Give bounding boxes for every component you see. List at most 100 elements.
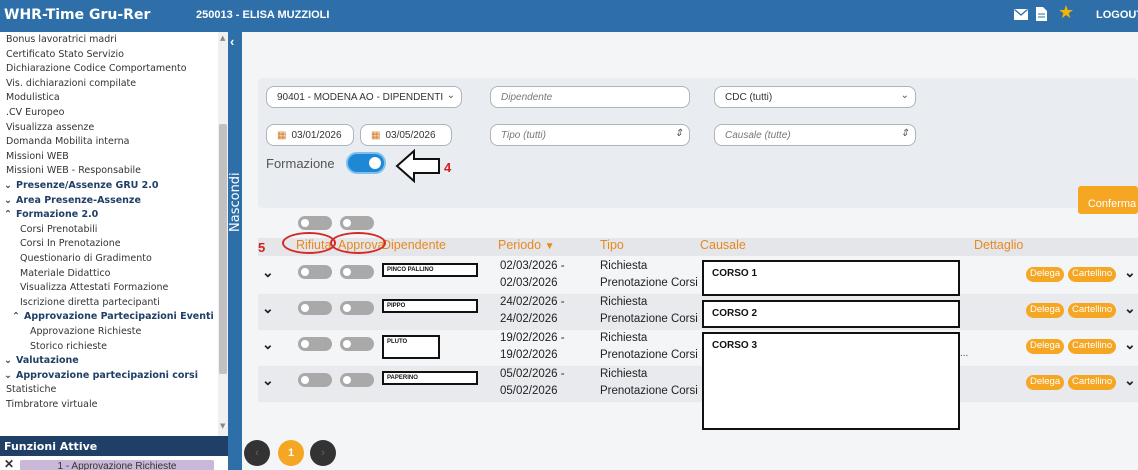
chevron-down-icon[interactable]: ⌄ xyxy=(1124,372,1136,389)
reject-toggle[interactable] xyxy=(298,301,332,315)
delega-button[interactable]: Delega xyxy=(1026,375,1065,390)
tipo-line-1: Richiesta xyxy=(600,260,648,272)
reject-toggle[interactable] xyxy=(298,337,332,351)
header-tipo[interactable]: Tipo xyxy=(600,238,624,252)
scroll-down-icon[interactable]: ▼ xyxy=(220,422,225,430)
cartellino-button[interactable]: Cartellino xyxy=(1068,267,1117,282)
causale-select[interactable]: Causale (tutte) ⇕ xyxy=(714,124,916,146)
sidebar-item[interactable]: ⌃ Formazione 2.0 xyxy=(4,209,98,220)
sidebar-item[interactable]: ⌄ Valutazione xyxy=(4,355,79,366)
sidebar-item[interactable]: Modulistica xyxy=(6,92,60,103)
cartellino-button[interactable]: Cartellino xyxy=(1068,303,1117,318)
sidebar-item[interactable]: .CV Europeo xyxy=(6,107,64,118)
annotation-number-5: 5 xyxy=(258,240,266,255)
delega-button[interactable]: Delega xyxy=(1026,339,1065,354)
reject-all-toggle[interactable] xyxy=(298,216,332,230)
sidebar-item[interactable]: Missioni WEB xyxy=(6,151,69,162)
sidebar-item[interactable]: Visualizza assenze xyxy=(6,122,94,133)
star-icon[interactable]: ★ xyxy=(1058,3,1074,21)
page-current[interactable]: 1 xyxy=(278,440,304,466)
chevron-down-icon[interactable]: ⌄ xyxy=(262,300,274,317)
sidebar-item[interactable]: ⌄ Presenze/Assenze GRU 2.0 xyxy=(4,180,159,191)
formazione-toggle[interactable] xyxy=(346,152,386,174)
chevron-down-icon: ⌄ xyxy=(4,180,12,191)
sidebar-item[interactable]: ⌃ Approvazione Partecipazioni Eventi xyxy=(12,311,214,322)
chevron-down-icon[interactable]: ⌄ xyxy=(262,372,274,389)
main-content: 90401 - MODENA AO - DIPENDENTI ⌄ Dipende… xyxy=(242,32,1138,470)
header-periodo[interactable]: Periodo ▼ xyxy=(498,238,554,252)
sidebar-item[interactable]: Storico richieste xyxy=(30,341,107,352)
sidebar-item[interactable]: ⌄ Area Presenze-Assenze xyxy=(4,195,141,206)
chevron-down-icon: ⌄ xyxy=(900,90,909,101)
sidebar-item[interactable]: Timbratore virtuale xyxy=(6,399,97,410)
sidebar-item-label: Approvazione Richieste xyxy=(30,326,142,337)
scroll-up-icon[interactable]: ▲ xyxy=(220,34,225,42)
logout-link[interactable]: LOGOUT xyxy=(1096,9,1138,21)
sidebar-item[interactable]: Vis. dichiarazioni compilate xyxy=(6,78,136,89)
sidebar-item[interactable]: Approvazione Richieste xyxy=(30,326,141,337)
chevron-left-icon[interactable]: ‹ xyxy=(230,34,234,49)
header-dipendente[interactable]: Dipendente xyxy=(382,238,446,252)
sidebar-item[interactable]: Domanda Mobilita interna xyxy=(6,136,129,147)
chevron-down-icon[interactable]: ⌄ xyxy=(1124,264,1136,281)
next-page-button[interactable]: › xyxy=(310,440,336,466)
chevron-down-icon[interactable]: ⌄ xyxy=(262,336,274,353)
tipo-line-2: Prenotazione Corsi xyxy=(600,313,698,325)
header-periodo-label: Periodo xyxy=(498,238,542,252)
header-dettaglio[interactable]: Dettaglio xyxy=(974,238,1023,252)
tipo-select[interactable]: Tipo (tutti) ⇕ xyxy=(490,124,690,146)
sidebar-item[interactable]: Dichiarazione Codice Comportamento xyxy=(6,63,187,74)
sidebar-item-label: Approvazione Partecipazioni Eventi xyxy=(24,311,214,323)
sidebar-item-label: Domanda Mobilita interna xyxy=(6,136,130,148)
funzioni-attive-label: Funzioni Attive xyxy=(4,440,98,453)
approve-toggle[interactable] xyxy=(340,373,374,387)
sidebar-item[interactable]: Statistiche xyxy=(6,384,56,395)
mail-icon[interactable] xyxy=(1014,7,1028,23)
causale-box: CORSO 1 xyxy=(702,260,960,296)
cartellino-button[interactable]: Cartellino xyxy=(1068,339,1117,354)
chevron-down-icon[interactable]: ⌄ xyxy=(1124,300,1136,317)
sidebar-item[interactable]: Bonus lavoratrici madri xyxy=(6,34,117,45)
chevron-down-icon[interactable]: ⌄ xyxy=(262,264,274,281)
confirm-button[interactable]: Conferma xyxy=(1078,186,1138,214)
hide-sidebar-strip[interactable]: ‹ Nascondi xyxy=(228,32,243,470)
cartellino-button[interactable]: Cartellino xyxy=(1068,375,1117,390)
sidebar-item[interactable]: Iscrizione diretta partecipanti xyxy=(20,297,160,308)
delega-button[interactable]: Delega xyxy=(1026,267,1065,282)
sidebar-item[interactable]: Corsi Prenotabili xyxy=(20,224,97,235)
cdc-select[interactable]: CDC (tutti) ⌄ xyxy=(714,86,916,108)
reject-toggle[interactable] xyxy=(298,373,332,387)
sidebar-item[interactable]: Visualizza Attestati Formazione xyxy=(20,282,168,293)
active-function-tab[interactable]: 1 - Approvazione Richieste xyxy=(20,460,214,470)
approve-toggle[interactable] xyxy=(340,265,374,279)
tipo-line-2: Prenotazione Corsi xyxy=(600,277,698,289)
chevron-down-icon[interactable]: ⌄ xyxy=(1124,336,1136,353)
sidebar-scroll-thumb[interactable] xyxy=(219,124,227,374)
sidebar-item[interactable]: Certificato Stato Servizio xyxy=(6,49,124,60)
approve-all-toggle[interactable] xyxy=(340,216,374,230)
sidebar-item[interactable]: ⌄ Approvazione partecipazioni corsi xyxy=(4,370,198,381)
sidebar-item[interactable]: Corsi In Prenotazione xyxy=(20,238,121,249)
reject-toggle[interactable] xyxy=(298,265,332,279)
tipo-line-1: Richiesta xyxy=(600,296,648,308)
sidebar-item-label: Missioni WEB xyxy=(6,150,69,162)
date-to-field[interactable]: ▦ 03/05/2026 xyxy=(360,124,452,146)
sidebar-menu: Bonus lavoratrici madri Certificato Stato… xyxy=(0,32,228,436)
sidebar-item-label: Vis. dichiarazioni compilate xyxy=(6,77,137,89)
prev-page-button[interactable]: ‹ xyxy=(244,440,270,466)
approve-toggle[interactable] xyxy=(340,337,374,351)
sidebar-item[interactable]: Missioni WEB - Responsabile xyxy=(6,165,141,176)
header-causale[interactable]: Causale xyxy=(700,238,746,252)
dipendente-name: PIPPO xyxy=(382,299,478,313)
document-icon[interactable] xyxy=(1036,7,1047,23)
dipendente-input[interactable]: Dipendente xyxy=(490,86,690,108)
approve-toggle[interactable] xyxy=(340,301,374,315)
close-icon[interactable]: ✕ xyxy=(4,457,14,470)
sidebar-item[interactable]: Questionario di Gradimento xyxy=(20,253,152,264)
nascondi-label[interactable]: Nascondi xyxy=(228,152,243,232)
date-from-field[interactable]: ▦ 03/01/2026 xyxy=(266,124,354,146)
sidebar-item[interactable]: Materiale Didattico xyxy=(20,268,110,279)
date-from-value: 03/01/2026 xyxy=(291,130,342,141)
organization-select[interactable]: 90401 - MODENA AO - DIPENDENTI ⌄ xyxy=(266,86,462,108)
delega-button[interactable]: Delega xyxy=(1026,303,1065,318)
